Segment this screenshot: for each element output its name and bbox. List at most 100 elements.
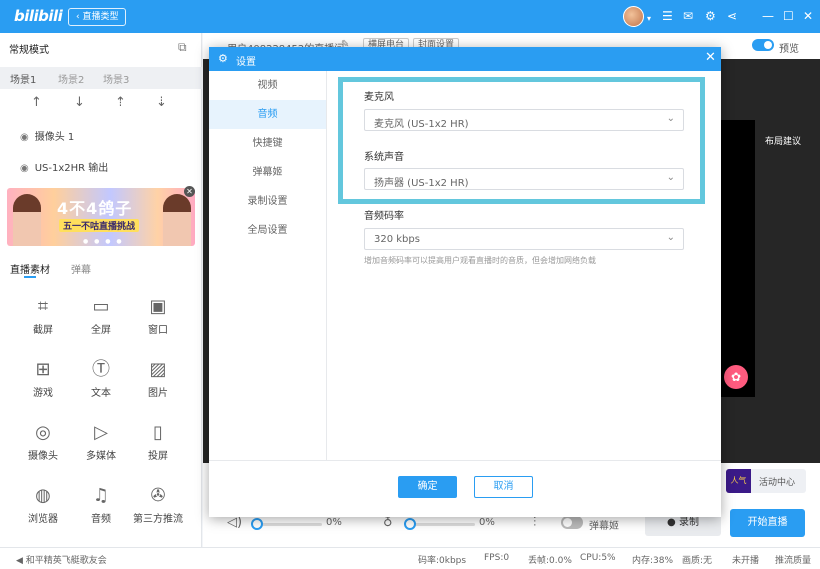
tool-window[interactable]: ▣ 窗口 (128, 295, 188, 336)
window-icon: ▣ (149, 296, 167, 317)
gear-icon[interactable]: ⚙ (705, 8, 716, 24)
mode-title: 常规模式 (9, 45, 49, 56)
nav-audio[interactable]: 音频 (209, 100, 326, 129)
move-bottom-icon[interactable]: ⇣ (156, 95, 167, 110)
source-label: US-1x2HR 输出 (34, 163, 109, 174)
move-up-icon[interactable]: ↑ (31, 95, 42, 110)
move-down-icon[interactable]: ↓ (74, 95, 85, 110)
tool-third-party-stream[interactable]: ✇ 第三方推流 (128, 484, 188, 525)
crop-icon: ⌗ (37, 296, 49, 317)
preview-label: 预览 (779, 44, 799, 55)
source-item[interactable]: ◉ 摄像头 1 (20, 128, 74, 143)
speaker-volume-slider[interactable] (257, 523, 322, 526)
dialog-header: ⚙ 设置 ✕ (209, 47, 721, 71)
tab-danmaku[interactable]: 弹幕 (71, 261, 91, 276)
dialog-close-icon[interactable]: ✕ (705, 51, 716, 65)
speaker-announce-icon: ◀ (16, 556, 23, 566)
maximize-icon[interactable]: ☐ (783, 8, 794, 24)
monitor-icon: ▭ (92, 296, 110, 317)
live-type-back-button[interactable]: ‹ 直播类型 (68, 8, 127, 26)
tool-media[interactable]: ▷ 多媒体 (71, 421, 131, 462)
announcement-text[interactable]: ◀ 和平精英飞艇歌友会 (16, 553, 107, 566)
quality-status: 画质:无 (682, 556, 713, 566)
tool-browser[interactable]: ◍ 浏览器 (13, 484, 73, 525)
tool-webcam[interactable]: ◎ 摄像头 (13, 421, 73, 462)
mixer-icon[interactable]: ⫶ (533, 515, 536, 530)
mail-icon[interactable]: ✉ (683, 8, 693, 24)
banner-title: 4不4鸽子 (57, 199, 133, 218)
close-icon[interactable]: ✕ (803, 8, 813, 24)
tool-text[interactable]: Ⓣ 文本 (71, 358, 131, 399)
tool-image[interactable]: ▨ 图片 (128, 358, 188, 399)
highlight-box (338, 77, 705, 204)
status-bar: ◀ 和平精英飞艇歌友会 码率:0kbps FPS:0 丢帧:0.0% CPU:5… (0, 547, 820, 569)
speaker-volume-knob[interactable] (251, 518, 263, 530)
activity-badge-icon: 人气 (726, 469, 751, 493)
tab-scene-2[interactable]: 场景2 (58, 71, 84, 86)
stream-icon: ✇ (150, 485, 166, 506)
planet-icon: ◍ (35, 485, 51, 506)
media-icon: ▷ (94, 422, 108, 443)
text-icon: Ⓣ (92, 359, 110, 380)
nav-video[interactable]: 视频 (209, 71, 326, 100)
danmaku-label: 弹幕姬 (589, 521, 619, 532)
preview-toggle[interactable] (752, 39, 774, 51)
banner-character-left (13, 194, 41, 246)
tool-audio[interactable]: ♫ 音频 (71, 484, 131, 525)
menu-icon[interactable]: ☰ (662, 8, 673, 24)
speaker-icon[interactable]: ◁) (227, 515, 242, 530)
confirm-button[interactable]: 确定 (398, 476, 457, 498)
tool-screenshot[interactable]: ⌗ 截屏 (13, 295, 73, 336)
settings-nav: 视频 音频 快捷键 弹幕姬 录制设置 全局设置 (209, 71, 327, 460)
tab-underline (24, 276, 36, 278)
eye-icon[interactable]: ◉ (20, 132, 29, 143)
tool-game[interactable]: ⊞ 游戏 (13, 358, 73, 399)
eye-icon[interactable]: ◉ (20, 163, 29, 174)
bitrate-select[interactable]: 320 kbps ⌄ (364, 228, 684, 250)
tab-scene-1[interactable]: 场景1 (10, 71, 36, 86)
switch-mode-icon[interactable]: ⧉ (178, 40, 187, 55)
tool-fullscreen[interactable]: ▭ 全屏 (71, 295, 131, 336)
avatar-dropdown-icon[interactable]: ▾ (647, 11, 651, 27)
source-label: 摄像头 1 (34, 132, 75, 143)
nav-hotkeys[interactable]: 快捷键 (209, 129, 326, 158)
nav-recording[interactable]: 录制设置 (209, 187, 326, 216)
scene-tabs: 场景1 场景2 场景3 (0, 67, 202, 89)
nav-global[interactable]: 全局设置 (209, 216, 326, 245)
microphone-icon[interactable]: ♁ (383, 515, 393, 530)
live-status: 未开播 (732, 556, 760, 566)
activity-label: 活动中心 (759, 478, 796, 488)
banner-close-icon[interactable]: ✕ (184, 186, 195, 197)
mic-volume-knob[interactable] (404, 518, 416, 530)
minimize-icon[interactable]: — (762, 8, 774, 24)
mic-volume-value: 0% (479, 517, 495, 528)
gift-icon[interactable]: ✿ (724, 365, 748, 389)
source-order-controls: ↑ ↓ ⇡ ⇣ (0, 95, 202, 113)
push-quality-status[interactable]: 推流质量 (775, 553, 811, 566)
bitrate-hint: 增加音频码率可以提高用户观看直播时的音质，但会增加网络负载 (364, 256, 596, 265)
mic-volume-slider[interactable] (410, 523, 475, 526)
source-item[interactable]: ◉ US-1x2HR 输出 (20, 159, 108, 174)
back-label: 直播类型 (82, 12, 119, 22)
avatar[interactable] (623, 6, 644, 27)
start-live-button[interactable]: 开始直播 (730, 509, 805, 537)
danmaku-toggle[interactable] (561, 516, 583, 529)
left-panel: 常规模式 ⧉ 场景1 场景2 场景3 ↑ ↓ ⇡ ⇣ ◉ 摄像头 1 ◉ US-1x… (0, 33, 202, 547)
phone-cast-icon: ▯ (153, 422, 163, 443)
promo-banner[interactable]: 4不4鸽子 五一不咕直播挑战 ● ● ● ● (7, 188, 195, 246)
tab-scene-3[interactable]: 场景3 (103, 71, 129, 86)
dialog-footer (209, 460, 721, 517)
cancel-button[interactable]: 取消 (474, 476, 533, 498)
bilibili-logo: bilibili (14, 7, 63, 25)
move-top-icon[interactable]: ⇡ (115, 95, 126, 110)
layout-suggestion-link[interactable]: 布局建议 (765, 134, 801, 147)
tab-live-materials[interactable]: 直播素材 (10, 261, 50, 276)
activity-center-button[interactable]: 人气 活动中心 (726, 469, 806, 493)
tool-screen-cast[interactable]: ▯ 投屏 (128, 421, 188, 462)
nav-danmaku[interactable]: 弹幕姬 (209, 158, 326, 187)
share-icon[interactable]: ⋖ (727, 8, 737, 24)
banner-pager-dots[interactable]: ● ● ● ● (83, 238, 124, 245)
record-label: 录制 (678, 517, 699, 528)
mode-row: 常规模式 ⧉ (0, 33, 202, 63)
dialog-title: 设置 (236, 57, 256, 68)
